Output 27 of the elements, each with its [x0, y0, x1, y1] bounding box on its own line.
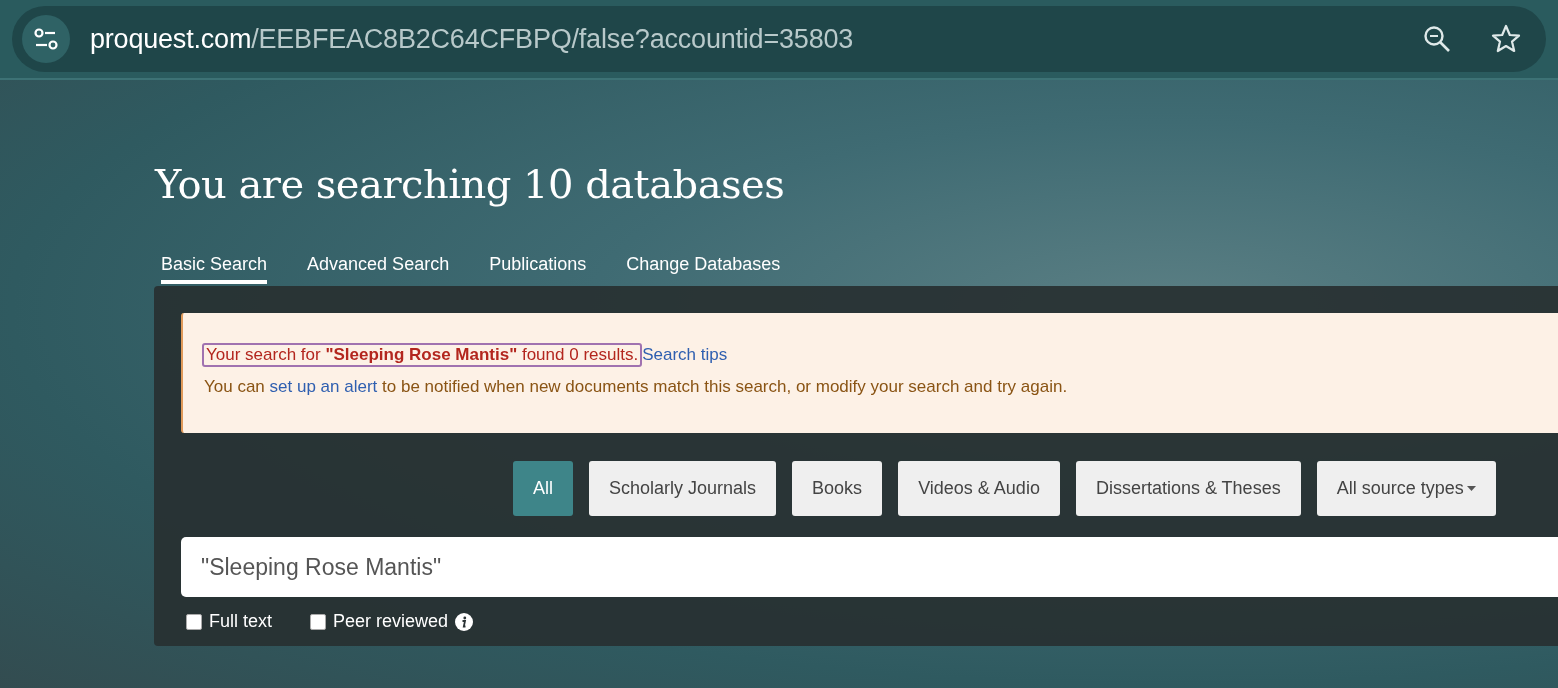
source-type-button[interactable]: Scholarly Journals [589, 461, 777, 516]
checkbox[interactable] [186, 613, 202, 630]
info-icon[interactable] [455, 612, 474, 631]
checkbox-label: Full text [209, 611, 273, 632]
checkbox[interactable] [310, 613, 327, 630]
source-type-button[interactable]: Dissertations & Theses [1075, 461, 1301, 516]
search-tab[interactable]: Publications [489, 254, 587, 284]
no-results-message: Your search for "Sleeping Rose Mantis" found 0 results. [202, 343, 643, 367]
url-host: proquest.com [90, 23, 252, 54]
page-heading: You are searching 10 databases [155, 160, 786, 209]
address-bar[interactable]: proquest.com/EEBFEAC8B2C64CFBPQ/false?accountid=35803 [12, 6, 1546, 72]
site-settings-icon[interactable] [22, 15, 70, 63]
source-type-button[interactable]: All [513, 461, 573, 516]
source-type-dropdown[interactable]: All source types [1316, 461, 1496, 516]
url-path: /EEBFEAC8B2C64CFBPQ/false?accountid=35803 [251, 23, 854, 54]
bookmark-star-icon[interactable] [1490, 23, 1522, 55]
zoom-icon[interactable] [1422, 24, 1452, 54]
caret-icon [1466, 486, 1476, 491]
source-type-button[interactable]: Videos & Audio [898, 461, 1060, 516]
search-field[interactable]: "Sleeping Rose Mantis" [181, 537, 1558, 597]
search-tab[interactable]: Change Databases [626, 254, 781, 284]
source-type-button[interactable]: Books [792, 461, 883, 516]
set-up-alert-link[interactable]: set up an alert [269, 377, 378, 396]
alert-hint-text: You can set up an alert to be notified when new documents match this search, or modify your search and try again. [203, 377, 1069, 397]
search-tips-link[interactable]: Search tips [642, 345, 728, 365]
search-tab[interactable]: Advanced Search [307, 254, 450, 284]
checkbox-label: Peer reviewed [333, 611, 449, 632]
